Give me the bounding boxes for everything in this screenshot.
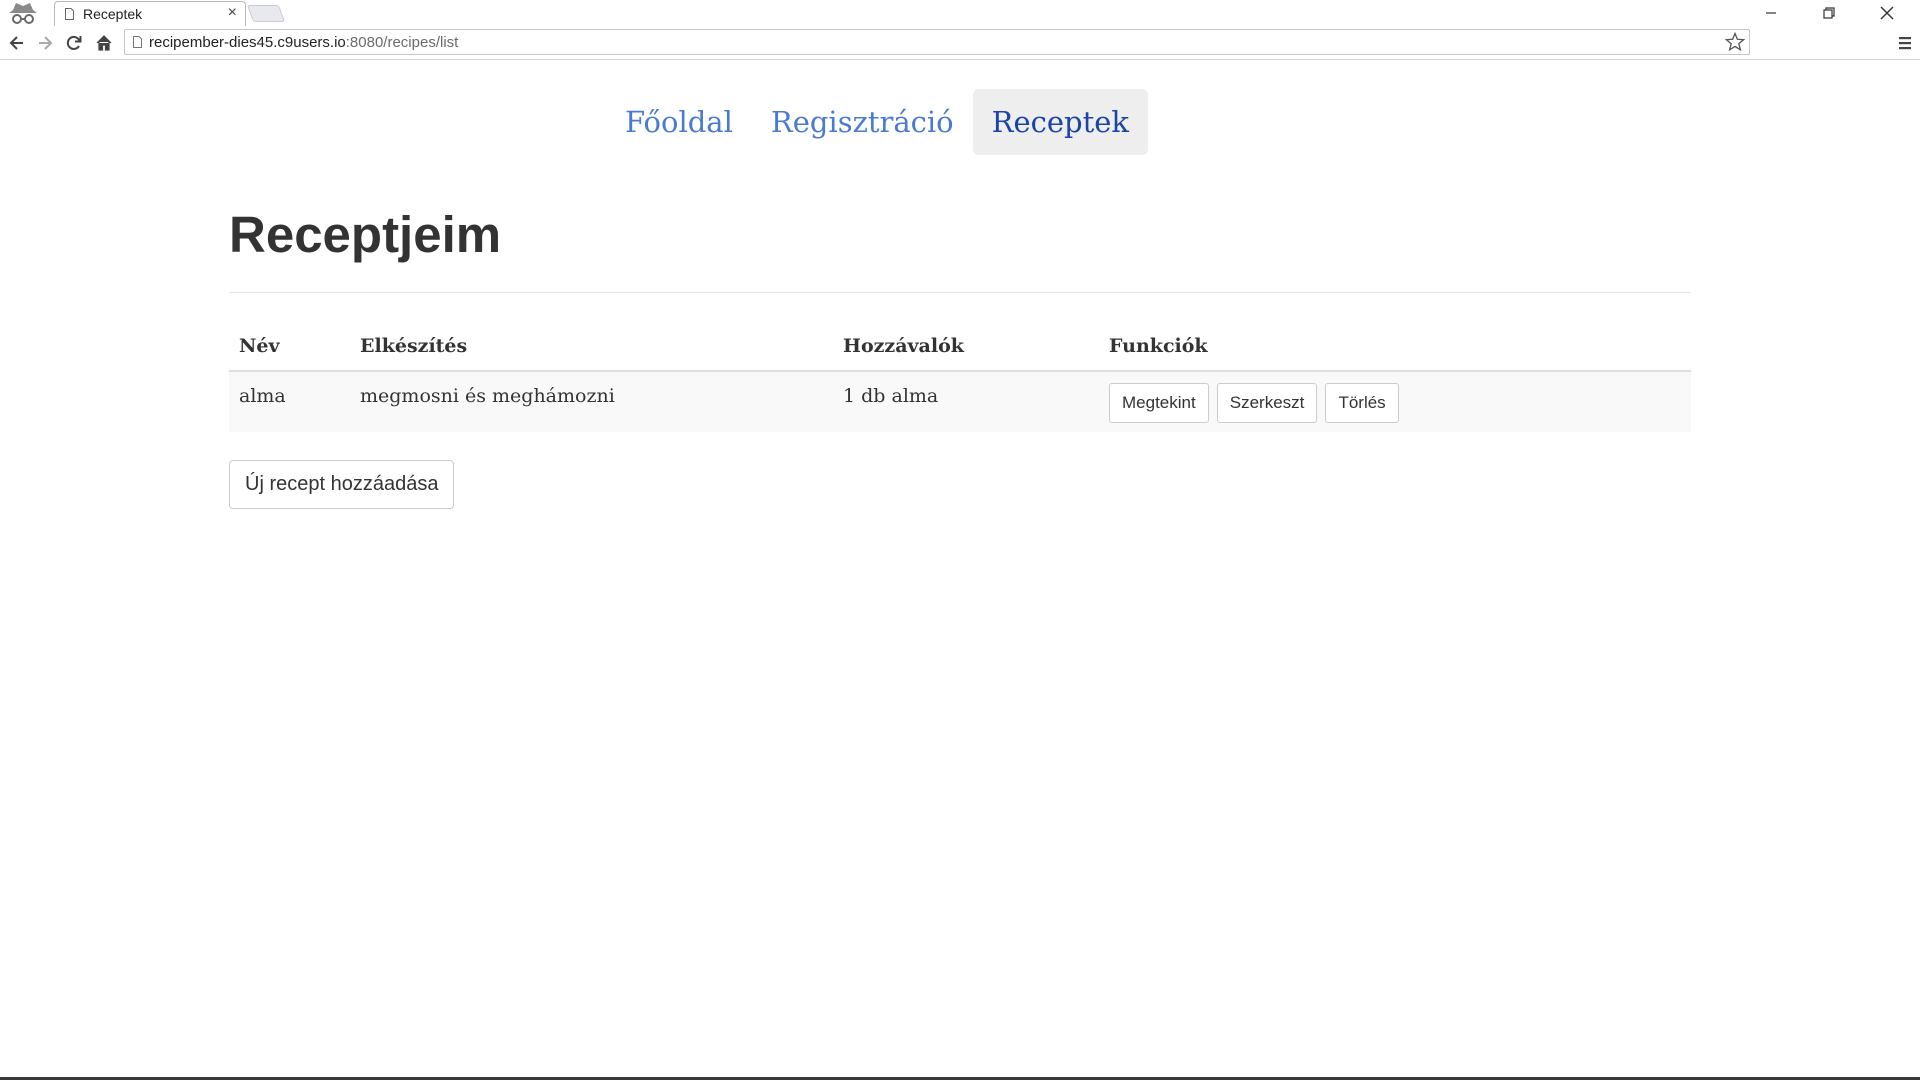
close-icon: [1880, 6, 1894, 20]
recipe-name-cell: alma: [229, 371, 350, 432]
nav-link-home[interactable]: Főoldal: [606, 89, 752, 155]
page-icon: [133, 36, 142, 48]
minimize-icon: [1766, 12, 1776, 14]
home-icon[interactable]: [94, 33, 114, 53]
recipe-preparation-cell: megmosni és meghámozni: [350, 371, 833, 432]
url-path: :8080/recipes/list: [345, 34, 459, 51]
browser-tab-bar: Receptek ×: [0, 0, 1920, 26]
page-title: Receptjeim: [229, 206, 502, 263]
bookmark-star-icon[interactable]: [1725, 32, 1745, 52]
table-header-row: Név Elkészítés Hozzávalók Funkciók: [229, 322, 1691, 372]
restore-button[interactable]: [1806, 0, 1852, 26]
forward-icon[interactable]: [35, 33, 55, 53]
view-button[interactable]: Megtekint: [1109, 383, 1209, 423]
column-header-name: Név: [229, 322, 350, 372]
address-bar[interactable]: recipember-dies45.c9users.io:8080/recipe…: [124, 29, 1750, 55]
main-nav: Főoldal Regisztráció Receptek: [606, 89, 1148, 155]
new-tab-button[interactable]: [246, 5, 286, 22]
reload-icon[interactable]: [64, 33, 84, 53]
recipe-ingredients-cell: 1 db alma: [833, 371, 1099, 432]
browser-menu-icon[interactable]: [1896, 33, 1914, 53]
incognito-icon: [9, 3, 37, 24]
minimize-button[interactable]: [1748, 0, 1794, 26]
table-row: alma megmosni és meghámozni 1 db alma Me…: [229, 371, 1691, 432]
tab-close-icon[interactable]: ×: [228, 4, 237, 22]
column-header-ingredients: Hozzávalók: [833, 322, 1099, 372]
column-header-preparation: Elkészítés: [350, 322, 833, 372]
back-icon[interactable]: [7, 33, 27, 53]
nav-link-register[interactable]: Regisztráció: [752, 89, 973, 155]
delete-button[interactable]: Törlés: [1325, 383, 1399, 423]
column-header-actions: Funkciók: [1099, 322, 1691, 372]
url-text: recipember-dies45.c9users.io:8080/recipe…: [149, 34, 458, 51]
close-window-button[interactable]: [1864, 0, 1910, 26]
browser-toolbar: recipember-dies45.c9users.io:8080/recipe…: [0, 26, 1920, 60]
title-divider: [229, 292, 1691, 293]
edit-button[interactable]: Szerkeszt: [1216, 383, 1318, 423]
restore-icon: [1823, 7, 1835, 19]
recipe-actions-cell: Megtekint Szerkeszt Törlés: [1099, 371, 1691, 432]
page-icon: [65, 8, 74, 20]
recipes-table: Név Elkészítés Hozzávalók Funkciók alma …: [229, 322, 1691, 432]
url-host: recipember-dies45.c9users.io: [149, 34, 346, 51]
add-recipe-button[interactable]: Új recept hozzáadása: [229, 460, 455, 509]
tab-title: Receptek: [83, 6, 143, 22]
nav-link-recipes[interactable]: Receptek: [972, 89, 1148, 155]
browser-tab[interactable]: Receptek ×: [54, 1, 246, 26]
